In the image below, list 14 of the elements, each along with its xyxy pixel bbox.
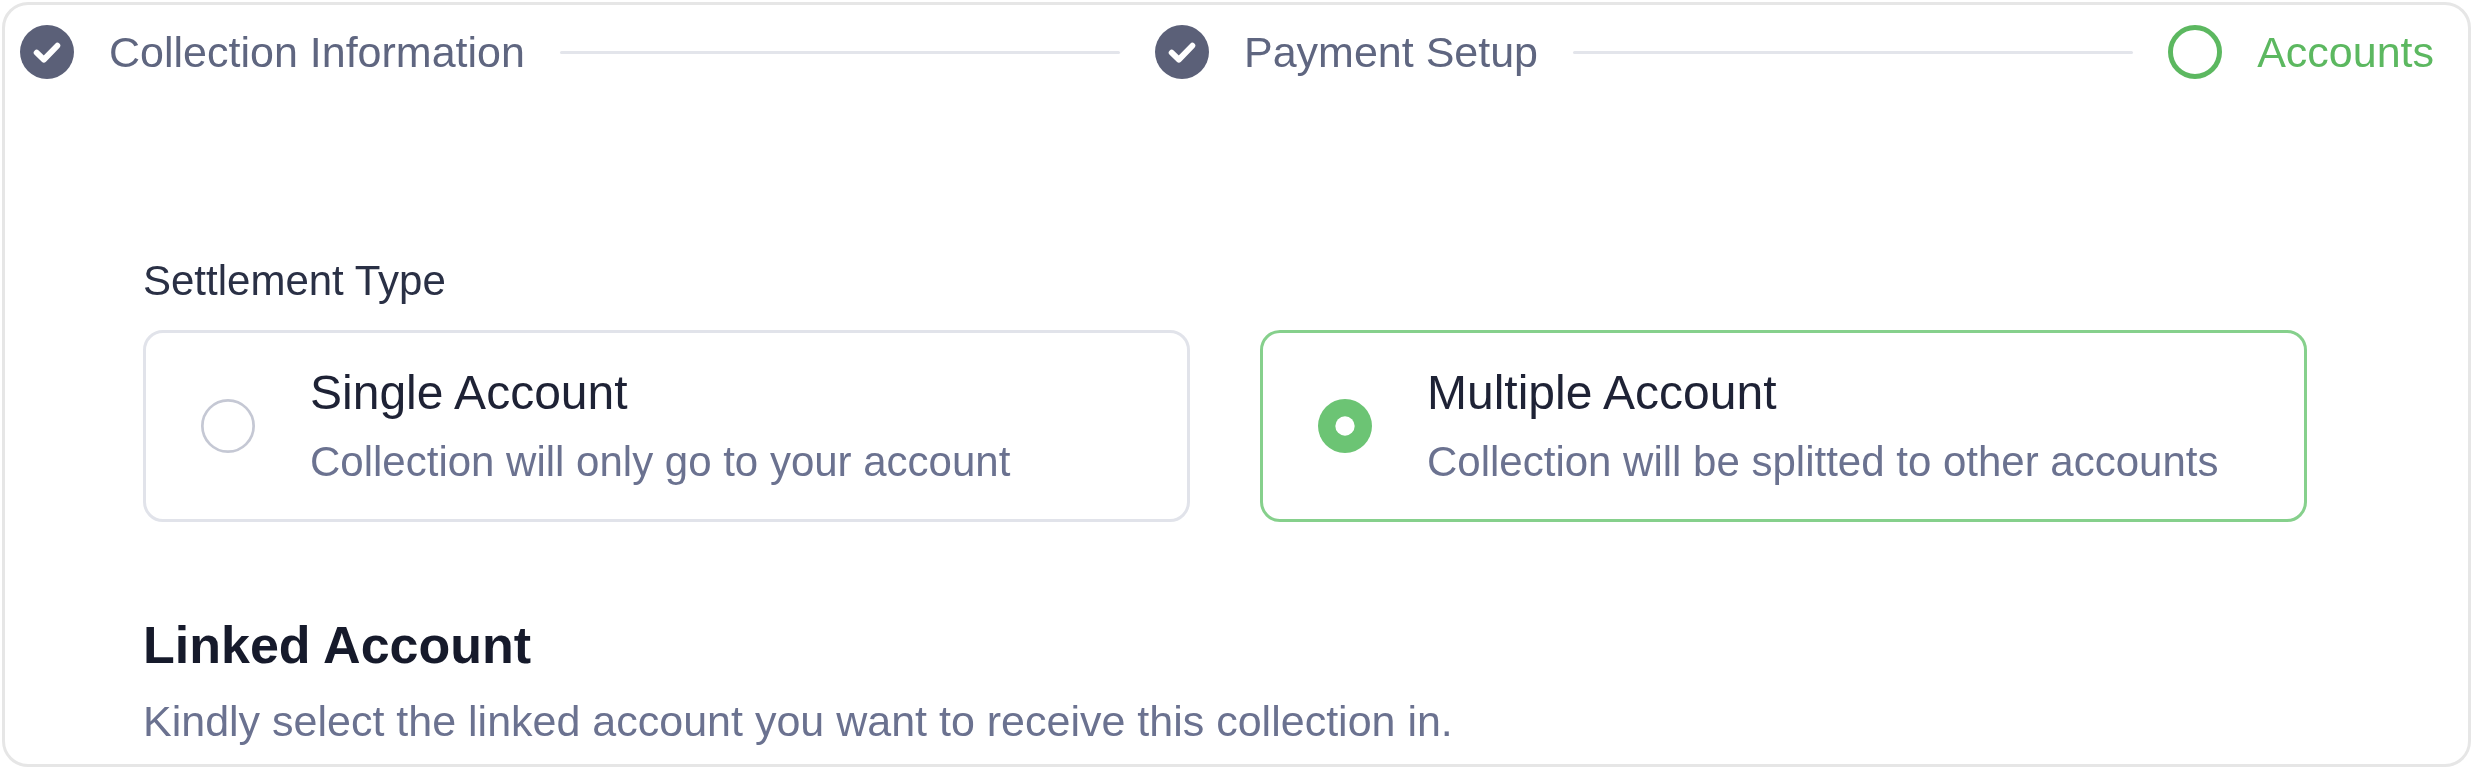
option-title: Multiple Account (1427, 365, 1777, 421)
step-label: Accounts (2257, 27, 2434, 78)
option-card[interactable]: Single Account Collection will only go to your account (143, 330, 1190, 522)
option-description: Collection will only go to your account (310, 437, 1011, 487)
option-card[interactable]: Multiple Account Collection will be splitted to other accounts (1260, 330, 2307, 522)
section-label: Settlement Type (143, 256, 446, 306)
option-title: Single Account (310, 365, 628, 421)
radio-button[interactable] (201, 399, 255, 453)
section-heading: Linked Account (143, 615, 532, 676)
option-description: Collection will be splitted to other accounts (1427, 437, 2219, 487)
step-label: Collection Information (109, 27, 525, 78)
radio-button[interactable] (1318, 399, 1372, 453)
step-label: Payment Setup (1244, 27, 1538, 78)
section-description: Kindly select the linked account you want to receive this collection in. (143, 696, 1453, 746)
